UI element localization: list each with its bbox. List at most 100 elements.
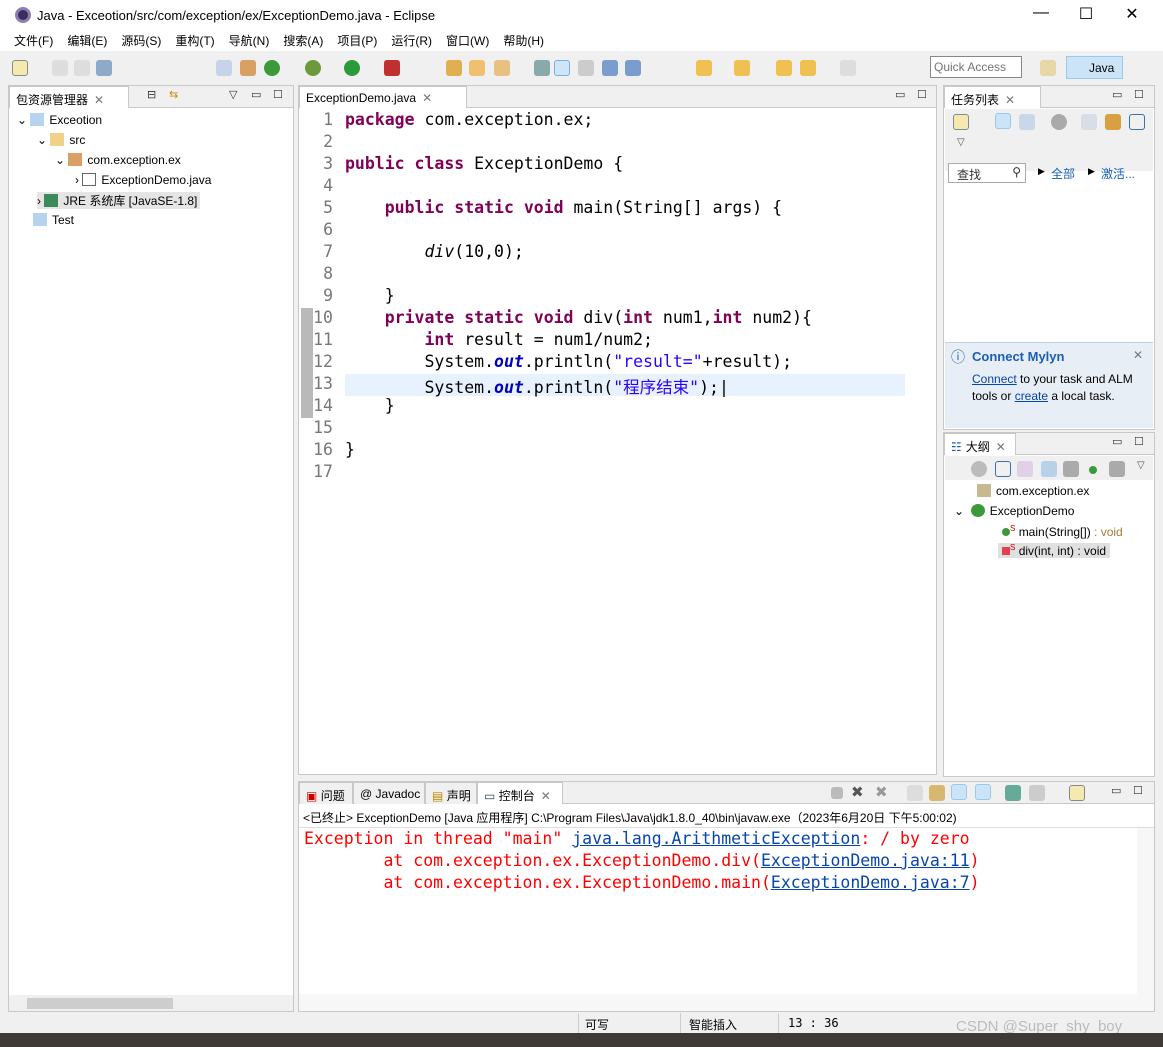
code-line[interactable]: } [345, 286, 395, 305]
code-line[interactable]: public class ExceptionDemo { [345, 154, 623, 173]
hide-static-icon[interactable] [1063, 461, 1079, 477]
maximize-view-icon[interactable]: ☐ [1133, 784, 1143, 797]
open-console-icon[interactable] [1069, 785, 1085, 801]
code-line[interactable]: package com.exception.ex; [345, 110, 593, 129]
run-icon[interactable] [344, 60, 360, 76]
sort-icon[interactable] [1017, 461, 1033, 477]
show-whitespace-icon[interactable] [625, 60, 641, 76]
close-mylyn-icon[interactable]: ✕ [1133, 348, 1143, 362]
code-line[interactable]: } [345, 396, 395, 415]
menu-window[interactable]: 窗口(W) [446, 31, 489, 51]
menu-help[interactable]: 帮助(H) [503, 31, 544, 51]
hide-completed-icon[interactable] [1081, 114, 1097, 130]
open-folder-icon[interactable] [469, 60, 485, 76]
menu-search[interactable]: 搜索(A) [283, 31, 323, 51]
menu-refactor[interactable]: 重构(T) [175, 31, 214, 51]
new-task-icon[interactable] [953, 114, 969, 130]
code-line[interactable]: int result = num1/num2; [345, 330, 653, 349]
activate-link[interactable]: 激活... [1101, 165, 1135, 182]
tree-item-jre[interactable]: › JRE 系统库 [JavaSE-1.8] [37, 192, 201, 209]
code-line[interactable]: System.out.println("程序结束");| [345, 374, 728, 398]
console-line[interactable]: at com.exception.ex.ExceptionDemo.main(E… [304, 873, 979, 892]
code-line[interactable]: div(10,0); [345, 242, 523, 261]
tree-item-project[interactable]: ⌄ Exceotion [17, 113, 102, 127]
save-icon[interactable] [52, 60, 68, 76]
print-icon[interactable] [96, 60, 112, 76]
close-tab-icon[interactable]: ✕ [422, 91, 432, 105]
tab-console[interactable]: ▭ 控制台 ✕ [477, 782, 563, 804]
pin-console-icon[interactable] [1005, 785, 1021, 801]
focus-icon[interactable] [1051, 114, 1067, 130]
connect-link[interactable]: Connect [972, 372, 1017, 386]
tab-exceptiondemo-java[interactable]: ExceptionDemo.java ✕ [299, 86, 467, 108]
hide-nonpublic-icon[interactable] [1089, 466, 1097, 474]
minimize-view-icon[interactable]: ▭ [895, 88, 905, 101]
code-line[interactable]: } [345, 440, 355, 459]
new-package-icon[interactable] [240, 60, 256, 76]
link-editor-icon[interactable]: ⇆ [169, 88, 178, 101]
tree-item-src[interactable]: ⌄ src [37, 133, 85, 147]
minimize-view-icon[interactable]: ▭ [1112, 88, 1122, 101]
minimize-view-icon[interactable]: ▭ [1112, 435, 1122, 448]
console-line[interactable]: at com.exception.ex.ExceptionDemo.div(Ex… [304, 851, 979, 870]
focus-icon[interactable] [971, 461, 987, 477]
code-line[interactable]: System.out.println("result="+result); [345, 352, 792, 371]
tab-task-list[interactable]: 任务列表 ✕ [944, 86, 1041, 108]
minimize-view-icon[interactable]: ▭ [251, 88, 261, 101]
maximize-view-icon[interactable]: ☐ [273, 88, 283, 101]
filter-icon[interactable] [1105, 114, 1121, 130]
tree-item-test[interactable]: Test [33, 213, 74, 227]
debug-icon[interactable] [305, 60, 321, 76]
code-line[interactable]: private static void div(int num1,int num… [345, 308, 812, 327]
collapse-all-icon[interactable]: ⊟ [147, 88, 156, 101]
scroll-lock-icon[interactable] [929, 785, 945, 801]
vertical-scrollbar[interactable] [918, 110, 936, 756]
quick-access-input[interactable] [930, 56, 1022, 78]
view-menu-icon[interactable]: ▽ [229, 88, 237, 101]
outline-item-class[interactable]: ⌄ ExceptionDemo [954, 504, 1074, 518]
show-on-stderr-icon[interactable] [975, 784, 991, 800]
remove-all-icon[interactable]: ✖ [875, 783, 888, 801]
stack-trace-link[interactable]: ExceptionDemo.java:7 [771, 873, 970, 892]
minimize-button[interactable]: — [1026, 4, 1056, 22]
close-button[interactable]: ✕ [1117, 4, 1147, 24]
maximize-button[interactable]: ☐ [1071, 4, 1101, 24]
close-tab-icon[interactable]: ✕ [1005, 93, 1015, 107]
menu-file[interactable]: 文件(F) [14, 31, 53, 51]
menu-navigate[interactable]: 导航(N) [229, 31, 270, 51]
horizontal-scrollbar[interactable] [299, 994, 1154, 1011]
menu-source[interactable]: 源码(S) [121, 31, 161, 51]
close-tab-icon[interactable]: ✕ [94, 93, 104, 107]
skip-breakpoints-icon[interactable] [216, 60, 232, 76]
remove-launch-icon[interactable]: ✖ [851, 783, 864, 801]
tab-declaration[interactable]: ▤ 声明 [425, 782, 477, 804]
outline-item-package[interactable]: com.exception.ex [977, 484, 1089, 498]
view-menu-icon[interactable]: ▽ [957, 137, 965, 148]
minimize-view-icon[interactable]: ▭ [1111, 784, 1121, 797]
menu-edit[interactable]: 编辑(E) [67, 31, 107, 51]
menu-project[interactable]: 项目(P) [337, 31, 377, 51]
outline-item-div[interactable]: S div(int, int) : void [998, 543, 1111, 558]
terminate-icon[interactable] [831, 787, 843, 799]
vertical-scrollbar[interactable] [1137, 828, 1154, 994]
tab-package-explorer[interactable]: 包资源管理器 ✕ [9, 86, 129, 108]
next-annotation-icon[interactable] [696, 60, 712, 76]
display-console-icon[interactable] [1029, 785, 1045, 801]
new-class-icon[interactable] [264, 60, 280, 76]
create-link[interactable]: create [1015, 389, 1048, 403]
collapse-all-icon[interactable] [995, 461, 1011, 477]
menu-run[interactable]: 运行(R) [391, 31, 432, 51]
hide-local-types-icon[interactable] [1109, 461, 1125, 477]
outline-item-main[interactable]: S main(String[]) : void [1002, 524, 1123, 539]
tab-outline[interactable]: ☷ 大纲 ✕ [944, 433, 1016, 455]
maximize-view-icon[interactable]: ☐ [917, 88, 927, 101]
forward-icon[interactable] [840, 60, 856, 76]
exception-link[interactable]: java.lang.ArithmeticException [572, 829, 860, 848]
tree-item-package[interactable]: ⌄ com.exception.ex [55, 153, 181, 167]
collapse-all-icon[interactable] [1129, 114, 1145, 130]
close-tab-icon[interactable]: ✕ [996, 440, 1006, 454]
all-link[interactable]: 全部 [1051, 165, 1075, 182]
new-icon[interactable] [12, 60, 28, 76]
stack-trace-link[interactable]: ExceptionDemo.java:11 [761, 851, 970, 870]
previous-annotation-icon[interactable] [734, 60, 750, 76]
